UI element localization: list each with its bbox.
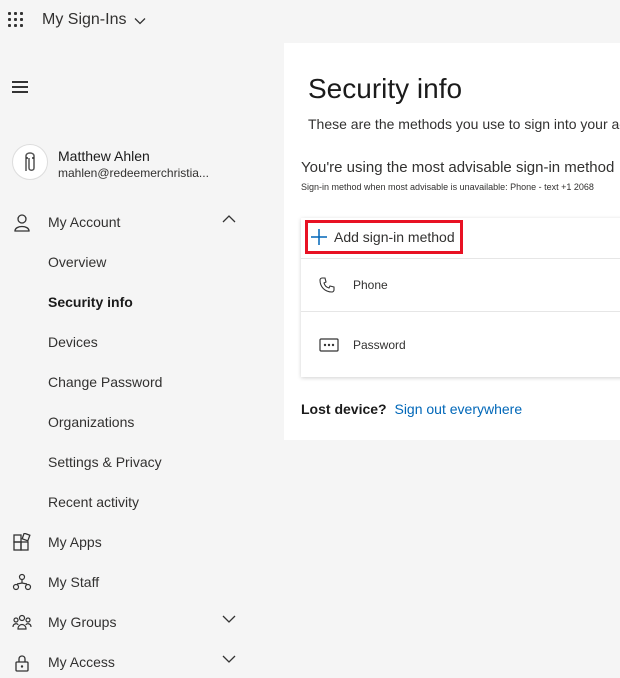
app-title-dropdown[interactable]: My Sign-Ins	[42, 11, 146, 29]
user-profile: Matthew Ahlen mahlen@redeemerchristia...	[12, 144, 282, 182]
security-info-panel: Security info These are the methods you …	[284, 43, 620, 440]
sidebar-item-my-access[interactable]: My Access	[0, 644, 284, 678]
avatar	[12, 144, 48, 180]
page-subtitle: These are the methods you use to sign in…	[308, 116, 620, 132]
sidebar-item-my-staff[interactable]: My Staff	[0, 564, 284, 600]
phone-icon	[319, 276, 335, 293]
add-sign-in-method-label: Add sign-in method	[334, 229, 455, 245]
sidebar-item-label: My Groups	[48, 614, 117, 630]
sidebar-item-my-apps[interactable]: My Apps	[0, 524, 284, 560]
sidebar-item-label: My Access	[48, 654, 115, 670]
method-label: Phone	[353, 277, 388, 292]
lost-device-label: Lost device?	[301, 401, 387, 417]
profile-email: mahlen@redeemerchristia...	[58, 166, 209, 180]
fallback-method-text: Sign-in method when most advisable is un…	[301, 182, 594, 192]
advisable-method-text: You're using the most advisable sign-in …	[301, 159, 615, 176]
page-title: Security info	[308, 73, 463, 104]
person-icon	[14, 214, 30, 232]
add-sign-in-method-button[interactable]: Add sign-in method	[305, 220, 463, 254]
method-row-password: Password	[301, 311, 620, 377]
apps-icon	[13, 533, 31, 551]
chevron-up-icon[interactable]	[222, 214, 236, 224]
chevron-down-icon	[135, 18, 146, 25]
sidebar-item-label: My Staff	[48, 574, 100, 590]
plus-icon	[311, 229, 327, 245]
groups-icon	[12, 614, 32, 630]
profile-name: Matthew Ahlen	[58, 148, 150, 164]
lost-device-row: Lost device? Sign out everywhere	[301, 401, 522, 417]
sidebar-item-label: My Apps	[48, 534, 102, 550]
sub-item-recent-activity[interactable]: Recent activity	[48, 494, 139, 518]
sub-item-organizations[interactable]: Organizations	[48, 414, 134, 438]
paperclip-avatar-icon	[25, 152, 35, 171]
hamburger-icon[interactable]	[12, 81, 28, 95]
sub-item-overview[interactable]: Overview	[48, 254, 106, 278]
sidebar-item-my-groups[interactable]: My Groups	[0, 604, 284, 640]
sign-out-everywhere-link[interactable]: Sign out everywhere	[394, 401, 522, 417]
sub-item-security-info[interactable]: Security info	[48, 294, 133, 318]
method-label: Password	[353, 337, 406, 352]
app-title: My Sign-Ins	[42, 11, 127, 28]
password-icon	[319, 337, 339, 352]
sign-in-methods-card: Add sign-in method Phone Password	[301, 218, 620, 377]
top-bar: My Sign-Ins	[0, 0, 620, 42]
chevron-down-icon[interactable]	[222, 654, 236, 664]
sub-item-change-password[interactable]: Change Password	[48, 374, 162, 398]
sub-item-settings-privacy[interactable]: Settings & Privacy	[48, 454, 162, 478]
waffle-icon[interactable]	[8, 12, 24, 28]
sidebar-item-my-account[interactable]: My Account	[0, 204, 284, 240]
staff-icon	[12, 573, 32, 591]
method-row-phone: Phone	[301, 258, 620, 310]
chevron-down-icon[interactable]	[222, 614, 236, 624]
lock-icon	[15, 655, 29, 672]
sidebar-item-label: My Account	[48, 214, 121, 230]
sub-item-devices[interactable]: Devices	[48, 334, 98, 358]
